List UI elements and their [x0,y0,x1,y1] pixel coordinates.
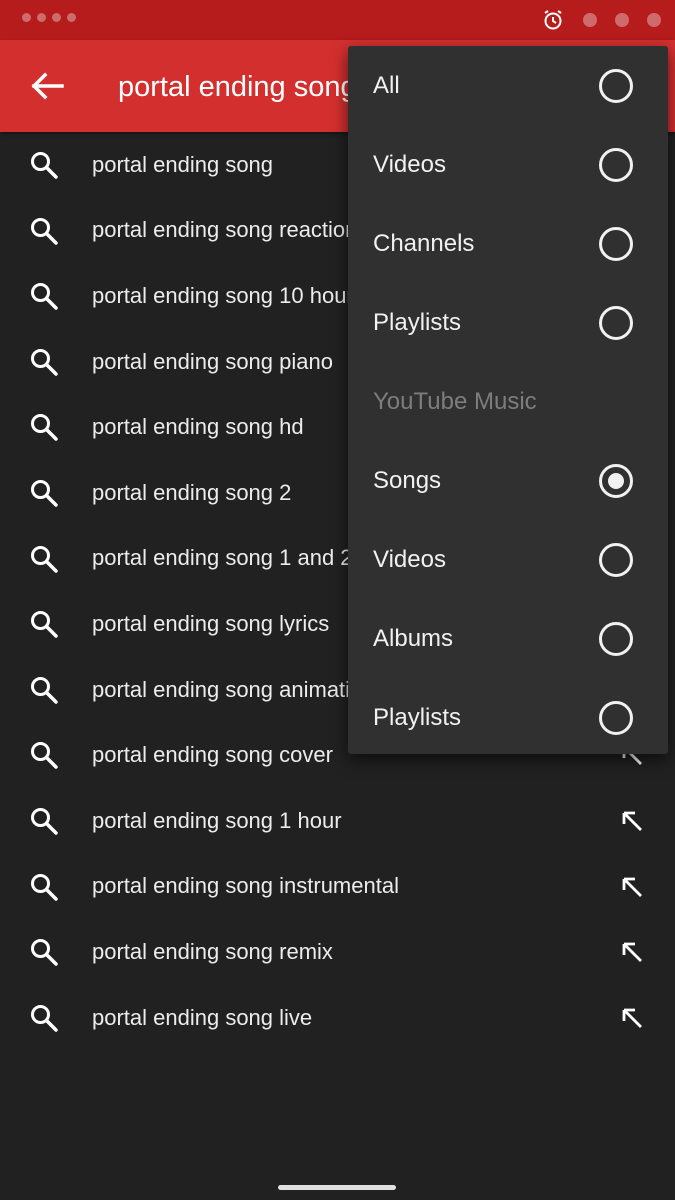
suggestion-item[interactable]: portal ending song live [0,985,675,1051]
filter-option-label: Channels [373,230,475,257]
suggestion-text: portal ending song animation [92,676,375,702]
back-button[interactable] [22,60,74,112]
suggestion-text: portal ending song live [92,1004,313,1030]
filter-option[interactable]: Videos [348,520,668,599]
suggestion-text: portal ending song instrumental [92,873,399,899]
status-bar [0,0,675,40]
search-icon [31,545,58,573]
filter-option[interactable]: Songs [348,441,668,520]
filter-option-label: Videos [373,151,446,178]
search-icon [31,611,58,638]
suggestion-text: portal ending song lyrics [92,610,330,636]
search-icon [31,676,58,704]
fill-query-arrow-icon[interactable] [619,1005,645,1031]
filter-option-label: Songs [373,467,442,494]
suggestion-text: portal ending song reaction [92,217,358,243]
radio-button[interactable] [599,69,633,103]
filter-option-label: Playlists [373,309,462,336]
suggestion-item[interactable]: portal ending song instrumental [0,854,675,920]
filter-option-label: All [373,72,400,99]
suggestion-text: portal ending song 10 hours [92,282,365,308]
radio-button[interactable] [599,622,633,656]
suggestion-text: portal ending song 1 and 2 [92,545,353,571]
radio-button[interactable] [599,227,633,261]
radio-button[interactable] [599,543,633,577]
signal-icon [615,13,629,27]
fill-query-arrow-icon[interactable] [619,808,645,834]
search-icon [31,807,58,835]
suggestion-item[interactable]: portal ending song 1 hour [0,788,675,854]
filter-option-label: Videos [373,546,446,573]
radio-button[interactable] [599,148,633,182]
suggestion-item[interactable]: portal ending song remix [0,919,675,985]
arrow-back-icon [31,72,64,100]
status-system-icons [541,8,661,32]
search-icon [31,152,58,179]
wifi-icon [583,13,597,27]
suggestion-text: portal ending song piano [92,348,333,374]
fill-query-arrow-icon[interactable] [619,874,645,900]
filter-option[interactable]: Playlists [348,678,668,757]
search-icon [31,1004,58,1032]
navigation-handle[interactable] [278,1185,396,1190]
search-icon [31,939,58,966]
fill-query-arrow-icon[interactable] [619,939,645,965]
battery-icon [647,13,661,27]
search-icon [31,479,58,507]
filter-option-label: Playlists [373,704,462,731]
alarm-icon [544,10,562,30]
filter-option[interactable]: Playlists [348,283,668,362]
search-icon [31,283,58,310]
radio-button[interactable] [599,306,633,340]
search-icon [31,742,58,770]
status-notification-icons [22,13,76,22]
search-icon [31,414,58,442]
search-icon [31,348,58,376]
suggestion-text: portal ending song hd [92,414,304,440]
suggestion-text: portal ending song 2 [92,479,292,505]
suggestion-text: portal ending song 1 hour [92,807,342,833]
menu-section-label: YouTube Music [373,388,537,415]
filter-option[interactable]: All [348,46,668,125]
radio-button[interactable] [599,701,633,735]
radio-button[interactable] [599,464,633,498]
search-filter-menu: All Videos Channels Playlists YouTube Music S… [348,46,668,754]
suggestion-text: portal ending song [92,151,274,177]
suggestion-text: portal ending song remix [92,938,333,964]
filter-option[interactable]: Videos [348,125,668,204]
filter-option-label: Albums [373,625,454,652]
filter-option[interactable]: Channels [348,204,668,283]
filter-option[interactable]: Albums [348,599,668,678]
suggestion-text: portal ending song cover [92,742,333,768]
search-icon [31,873,58,901]
search-icon [31,217,58,245]
menu-section-header: YouTube Music [348,362,668,441]
